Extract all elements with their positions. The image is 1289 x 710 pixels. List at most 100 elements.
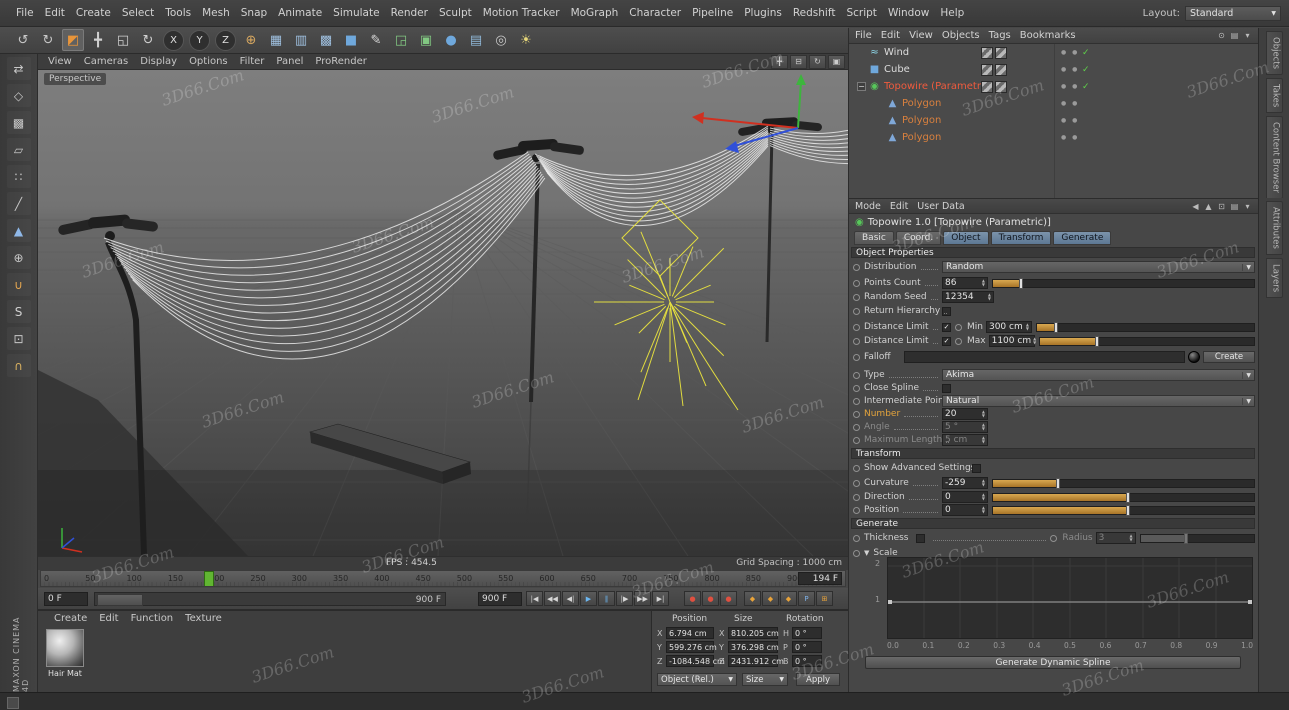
expander-icon[interactable] <box>857 65 866 74</box>
menu-item[interactable]: Create <box>54 613 87 624</box>
expander-icon[interactable] <box>875 99 884 108</box>
keyframe-dot-icon[interactable] <box>853 354 860 361</box>
start-frame-field[interactable]: 0 F <box>44 592 88 606</box>
visibility-dots-icon[interactable]: ● ● <box>1061 100 1079 107</box>
enabled-state-icon[interactable]: ✓ <box>1082 65 1090 75</box>
keyframe-dot-icon[interactable] <box>853 494 860 501</box>
coord-mode-select[interactable]: Object (Rel.)▼ <box>657 673 737 686</box>
keyframe-dot-icon[interactable] <box>853 550 860 557</box>
menu-item[interactable]: Redshift <box>793 7 836 19</box>
menu-item[interactable]: Render <box>391 7 428 19</box>
expander-icon[interactable] <box>857 48 866 57</box>
scale-curve-graph[interactable] <box>887 557 1253 639</box>
workplane-mode-icon[interactable]: ▱ <box>7 138 31 161</box>
keyframe-dot-icon[interactable] <box>853 465 860 472</box>
om-path-icon[interactable]: ⊙ <box>1215 30 1228 41</box>
material-thumbnail[interactable] <box>46 629 84 667</box>
expander-icon[interactable]: − <box>857 82 866 91</box>
viewport-pan-icon[interactable]: ╋ <box>771 55 788 69</box>
object-row[interactable]: ≈ Wind ● ● ✓ <box>849 44 1258 61</box>
position-y-field[interactable]: 599.276 cm <box>666 641 714 653</box>
object-row[interactable]: ■ Cube ● ● ✓ <box>849 61 1258 78</box>
key-position-button[interactable]: ◆ <box>744 591 761 606</box>
direction-field[interactable]: 0▲▼ <box>942 491 988 503</box>
rotate-icon[interactable]: ↻ <box>137 29 159 51</box>
key-pla-button[interactable]: ⊞ <box>816 591 833 606</box>
menu-item[interactable]: MoGraph <box>571 7 619 19</box>
prev-frame-button[interactable]: ◀| <box>562 591 579 606</box>
goto-start-button[interactable]: |◀ <box>526 591 543 606</box>
viewport-menu-item[interactable]: View <box>48 56 72 67</box>
texture-tag-icon[interactable] <box>981 81 993 93</box>
spinner-icon[interactable]: ▲▼ <box>1033 337 1036 345</box>
render-view-icon[interactable]: ▦ <box>265 29 287 51</box>
menu-item[interactable]: Character <box>629 7 681 19</box>
section-transform[interactable]: Transform <box>851 448 1255 459</box>
keyframe-dot-icon[interactable] <box>853 507 860 514</box>
scale-icon[interactable]: ◱ <box>112 29 134 51</box>
expander-icon[interactable]: ▼ <box>864 549 869 557</box>
falloff-preview-icon[interactable] <box>1188 351 1200 363</box>
keyframe-dot-icon[interactable] <box>853 324 860 331</box>
tab-transform[interactable]: Transform <box>991 231 1052 245</box>
prev-key-button[interactable]: ◀◀ <box>544 591 561 606</box>
tab-coord[interactable]: Coord. <box>896 231 941 245</box>
light-icon[interactable]: ☀ <box>515 29 537 51</box>
live-selection-icon[interactable]: ◩ <box>62 29 84 51</box>
menu-item[interactable]: Bookmarks <box>1020 30 1076 41</box>
menu-item[interactable]: Edit <box>45 7 65 19</box>
menu-item[interactable]: Create <box>76 7 111 19</box>
distance-limit-max-checkbox[interactable]: ✓ <box>942 337 951 346</box>
object-row[interactable]: ▲ Polygon ● ● <box>849 112 1258 129</box>
keyframe-dot-icon[interactable] <box>853 338 860 345</box>
am-history-icon[interactable]: ▤ <box>1228 201 1241 212</box>
texture-tag-icon[interactable] <box>995 47 1007 59</box>
spinner-icon[interactable]: ▲▼ <box>982 493 985 501</box>
texture-mode-icon[interactable]: ▩ <box>7 111 31 134</box>
keyframe-dot-icon[interactable] <box>853 398 860 405</box>
menu-item[interactable]: Select <box>122 7 154 19</box>
dock-tab[interactable]: Content Browser <box>1266 116 1283 198</box>
axis-mode-icon[interactable]: ⊕ <box>7 246 31 269</box>
key-parameter-button[interactable]: P <box>798 591 815 606</box>
texture-tag-icon[interactable] <box>995 81 1007 93</box>
rotation-b-field[interactable]: 0 ° <box>792 655 822 667</box>
visibility-dots-icon[interactable]: ● ● <box>1061 117 1079 124</box>
falloff-create-button[interactable]: Create <box>1203 351 1255 363</box>
texture-tag-icon[interactable] <box>981 47 993 59</box>
size-y-field[interactable]: 376.298 cm <box>728 641 778 653</box>
curvature-field[interactable]: -259▲▼ <box>942 477 988 489</box>
rotation-p-field[interactable]: 0 ° <box>792 641 822 653</box>
type-select[interactable]: Akima▼ <box>942 369 1255 381</box>
enabled-state-icon[interactable]: ✓ <box>1082 82 1090 92</box>
x-axis-button[interactable]: X <box>163 30 184 51</box>
visibility-dots-icon[interactable]: ● ● <box>1061 83 1079 90</box>
distance-limit-min-checkbox[interactable]: ✓ <box>942 323 951 332</box>
object-name[interactable]: Polygon <box>902 115 941 126</box>
distance-min-slider[interactable] <box>1036 323 1255 332</box>
object-name[interactable]: Polygon <box>902 132 941 143</box>
y-axis-button[interactable]: Y <box>189 30 210 51</box>
magnet-icon[interactable]: ∩ <box>7 354 31 377</box>
viewport-menu-item[interactable]: Display <box>140 56 177 67</box>
play-button[interactable]: ▶ <box>580 591 597 606</box>
number-field[interactable]: 20▲▼ <box>942 408 988 420</box>
menu-item[interactable]: Animate <box>278 7 322 19</box>
coordinate-system-icon[interactable]: ⊕ <box>240 29 262 51</box>
menu-item[interactable]: Snap <box>241 7 267 19</box>
keyframe-selection-button[interactable]: ● <box>720 591 737 606</box>
keyframe-dot-icon[interactable] <box>853 535 860 542</box>
visibility-dots-icon[interactable]: ● ● <box>1061 134 1079 141</box>
distribution-select[interactable]: Random▼ <box>942 261 1255 273</box>
distance-max-field[interactable]: 1100 cm▲▼ <box>989 335 1035 347</box>
size-x-field[interactable]: 810.205 cm <box>728 627 778 639</box>
am-up-icon[interactable]: ▲ <box>1202 201 1215 212</box>
menu-item[interactable]: Mesh <box>202 7 230 19</box>
menu-item[interactable]: Script <box>846 7 876 19</box>
polygons-mode-icon[interactable]: ▲ <box>7 219 31 242</box>
dock-tab[interactable]: Layers <box>1266 258 1283 298</box>
array-icon[interactable]: ▣ <box>415 29 437 51</box>
show-advanced-checkbox[interactable] <box>972 464 981 473</box>
viewport-menu-item[interactable]: ProRender <box>315 56 366 67</box>
snap-icon[interactable]: ∪ <box>7 273 31 296</box>
